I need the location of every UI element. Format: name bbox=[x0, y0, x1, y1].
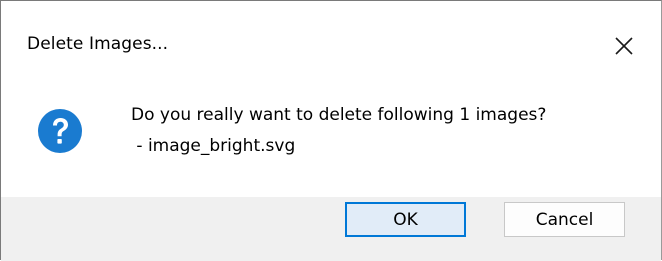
file-list-item: - image_bright.svg bbox=[131, 136, 296, 156]
button-bar: OK Cancel bbox=[1, 197, 661, 261]
cancel-button[interactable]: Cancel bbox=[504, 202, 625, 237]
delete-images-dialog: Delete Images... Do you really want to d… bbox=[0, 0, 662, 261]
ok-button[interactable]: OK bbox=[345, 202, 466, 237]
close-button[interactable] bbox=[600, 25, 646, 69]
dialog-title: Delete Images... bbox=[27, 34, 169, 54]
close-icon bbox=[615, 37, 633, 55]
ok-button-label: OK bbox=[393, 209, 418, 230]
confirm-message: Do you really want to delete following 1… bbox=[131, 105, 547, 125]
title-bar[interactable]: Delete Images... bbox=[1, 1, 661, 93]
cancel-button-label: Cancel bbox=[535, 209, 594, 230]
dialog-body: Do you really want to delete following 1… bbox=[1, 93, 661, 197]
question-icon bbox=[36, 107, 84, 155]
